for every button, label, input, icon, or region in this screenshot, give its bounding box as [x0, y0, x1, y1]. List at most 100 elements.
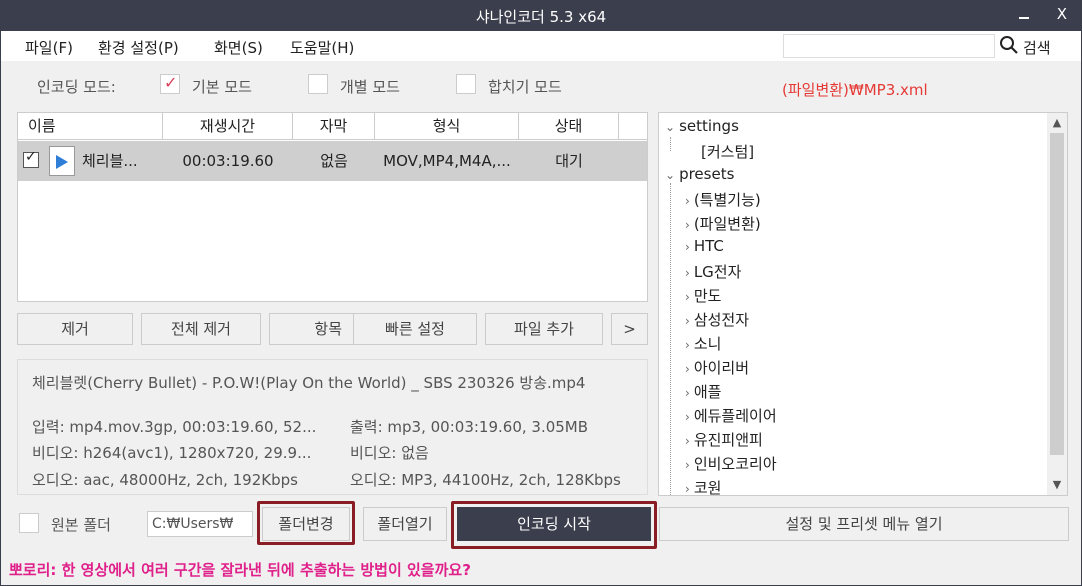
tree-label: presets [679, 165, 735, 183]
chevron-right-icon: › [685, 338, 690, 352]
tree-label: 인비오코리아 [693, 455, 777, 473]
row-checkbox[interactable] [23, 149, 39, 168]
chevron-up-icon[interactable]: ▲ [1047, 113, 1067, 133]
tree-node-preset[interactable]: › 만도 [685, 285, 721, 306]
video-file-icon [49, 146, 75, 176]
info-output-audio: 오디오: MP3, 44100Hz, 2ch, 128Kbps [350, 471, 621, 489]
menu-help[interactable]: 도움말(H) [290, 37, 354, 58]
basic-mode-checkbox[interactable] [160, 73, 180, 94]
individual-mode-checkbox[interactable] [308, 74, 328, 94]
tree-label: 유진피앤피 [693, 431, 763, 449]
tree-label: settings [679, 117, 739, 135]
start-encoding-button[interactable]: 인코딩 시작 [457, 507, 651, 541]
tree-node-preset[interactable]: › 애플 [685, 381, 721, 402]
chevron-down-icon[interactable]: ▼ [1047, 475, 1067, 495]
encoding-mode-label: 인코딩 모드: [37, 78, 116, 96]
output-folder-input[interactable]: C:₩Users₩ [147, 511, 253, 537]
menu-settings[interactable]: 환경 설정(P) [98, 37, 179, 58]
tree-node-preset[interactable]: › (특별기능) [685, 189, 761, 210]
chevron-right-icon: › [685, 482, 690, 496]
tree-node-presets[interactable]: ⌄ presets [665, 165, 734, 183]
remove-all-button[interactable]: 전체 제거 [141, 313, 261, 345]
tree-label: (특별기능) [693, 191, 761, 209]
remove-button[interactable]: 제거 [17, 313, 133, 345]
items-button[interactable]: 항목 [269, 313, 357, 345]
tree-node-preset[interactable]: › 소니 [685, 333, 721, 354]
tree-node-custom[interactable]: [커스텀] [701, 141, 754, 162]
file-info-panel: 체리블렛(Cherry Bullet) - P.O.W!(Play On the… [17, 359, 648, 495]
tree-label: 애플 [693, 383, 722, 401]
tree-node-settings[interactable]: ⌄ settings [665, 117, 739, 135]
tree-node-preset[interactable]: › HTC [685, 237, 724, 255]
tree-node-preset[interactable]: › (파일변환) [685, 213, 761, 234]
app-window: 샤나인코더 5.3 x64 X 파일(F) 환경 설정(P) 화면(S) 도움말… [0, 0, 1082, 586]
chevron-right-icon: › [685, 386, 690, 400]
tree-node-preset[interactable]: › LG전자 [685, 261, 741, 282]
file-list[interactable]: 이름 재생시간 자막 형식 상태 체리블... 00:03:19.60 없음 M… [17, 112, 648, 302]
tree-label: 삼성전자 [693, 311, 750, 329]
search-label[interactable]: 검색 [1023, 37, 1051, 58]
tree-label: 에듀플레이어 [693, 407, 777, 425]
tree-node-preset[interactable]: › 인비오코리아 [685, 453, 777, 474]
chevron-right-icon: › [685, 314, 690, 328]
window-title: 샤나인코더 5.3 x64 [475, 8, 607, 26]
info-input: 입력: mp4.mov.3gp, 00:03:19.60, 52... [32, 418, 317, 436]
merge-mode-checkbox[interactable] [456, 74, 476, 94]
minimize-button[interactable] [1017, 3, 1033, 25]
duration-cell: 00:03:19.60 [182, 152, 274, 170]
tree-label: [커스텀] [701, 143, 755, 161]
tree-guide [670, 183, 671, 495]
file-name-cell: 체리블... [82, 152, 138, 170]
more-button[interactable]: > [611, 313, 648, 345]
tree-node-preset[interactable]: › 삼성전자 [685, 309, 749, 330]
change-folder-button[interactable]: 폴더변경 [262, 507, 350, 541]
tip-text[interactable]: 뽀로리: 한 영상에서 여러 구간을 잘라낸 뒤에 추출하는 방법이 있을까요? [9, 559, 471, 580]
open-folder-button[interactable]: 폴더열기 [363, 507, 447, 541]
chevron-right-icon: › [685, 240, 690, 254]
menu-file[interactable]: 파일(F) [25, 37, 73, 58]
tree-guide [670, 137, 671, 151]
tree-label: 소니 [693, 335, 722, 353]
close-button[interactable]: X [1057, 5, 1067, 23]
chevron-right-icon: › [685, 266, 690, 280]
column-format[interactable]: 형식 [375, 113, 519, 140]
original-folder-label[interactable]: 원본 폴더 [51, 514, 111, 535]
tree-node-preset[interactable]: › 아이리버 [685, 357, 749, 378]
menu-bar: 파일(F) 환경 설정(P) 화면(S) 도움말(H) 검색 [1, 31, 1081, 61]
original-folder-checkbox[interactable] [19, 513, 39, 533]
tree-scrollbar[interactable]: ▲ ▼ [1047, 113, 1067, 495]
tree-node-preset[interactable]: › 에듀플레이어 [685, 405, 777, 426]
tree-label: 아이리버 [693, 359, 750, 377]
chevron-down-icon: ⌄ [665, 168, 676, 182]
chevron-right-icon: › [685, 434, 690, 448]
search-icon[interactable] [999, 35, 1019, 55]
merge-mode-label[interactable]: 합치기 모드 [488, 76, 562, 97]
basic-mode-label[interactable]: 기본 모드 [192, 76, 252, 97]
tree-label: HTC [693, 237, 724, 255]
chevron-right-icon: › [685, 410, 690, 424]
table-row[interactable]: 체리블... 00:03:19.60 없음 MOV,MP4,M4A,... 대기 [18, 141, 647, 181]
settings-preset-menu-button[interactable]: 설정 및 프리셋 메뉴 열기 [659, 507, 1069, 541]
encoding-mode-row: 인코딩 모드: 기본 모드 개별 모드 합치기 모드 [1, 65, 651, 105]
chevron-right-icon: › [685, 458, 690, 472]
search-input[interactable] [783, 34, 995, 58]
tree-label: (파일변환) [693, 215, 761, 233]
chevron-right-icon: › [685, 218, 690, 232]
column-status[interactable]: 상태 [519, 113, 619, 140]
info-filename: 체리블렛(Cherry Bullet) - P.O.W!(Play On the… [32, 374, 586, 392]
add-file-button[interactable]: 파일 추가 [485, 313, 603, 345]
title-bar: 샤나인코더 5.3 x64 X [1, 1, 1081, 31]
tree-label: 만도 [693, 287, 722, 305]
preset-tree[interactable]: ⌄ settings [커스텀] ⌄ presets › (특별기능) › (파일변환)… [658, 112, 1068, 496]
individual-mode-label[interactable]: 개별 모드 [340, 76, 400, 97]
tree-node-preset[interactable]: › 유진피앤피 [685, 429, 763, 450]
chevron-down-icon: ⌄ [665, 120, 676, 134]
quick-settings-button[interactable]: 빠른 설정 [353, 313, 477, 345]
status-cell: 대기 [555, 152, 583, 170]
column-subtitle[interactable]: 자막 [293, 113, 375, 140]
column-duration[interactable]: 재생시간 [163, 113, 293, 140]
scrollbar-thumb[interactable] [1050, 133, 1064, 455]
menu-view[interactable]: 화면(S) [214, 37, 263, 58]
tree-node-preset[interactable]: › 코원 [685, 477, 721, 496]
column-name[interactable]: 이름 [18, 113, 163, 140]
